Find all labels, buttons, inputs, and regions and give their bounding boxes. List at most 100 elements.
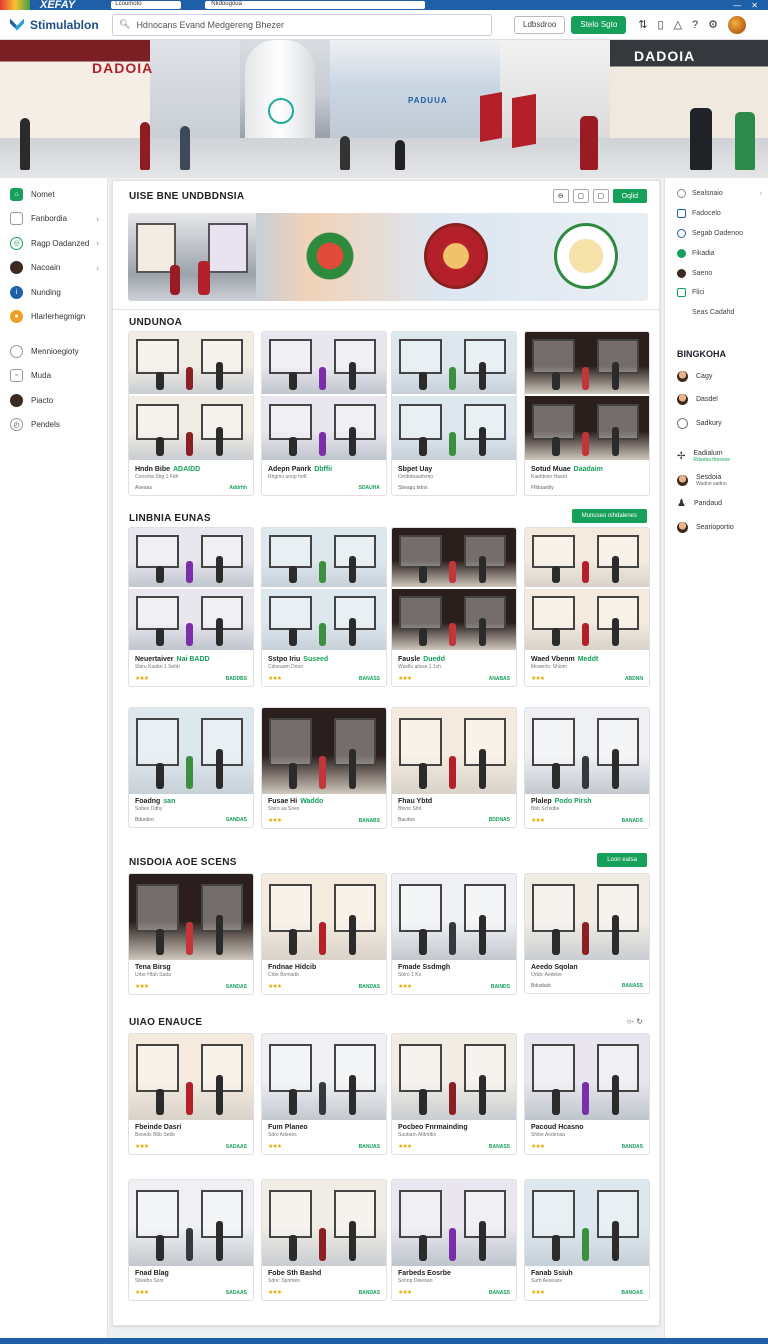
store-card[interactable]: Waed Vbenm Meddt Mowerlo: Shiom ★★★ ABDNN [524, 527, 650, 687]
alert-icon[interactable]: △ [674, 18, 682, 31]
contact-item[interactable]: Searioportio [665, 516, 768, 540]
right-item-2[interactable]: Segab Oadenoo [665, 224, 768, 244]
close-icon[interactable]: ✕ [751, 1, 758, 10]
store-card[interactable]: Fusae Hi Waddo Sbiro aa Snes ★★★ BANABS [261, 707, 387, 829]
store-card[interactable]: Aeedo Sqolan Orbb: Aedebe Bdusbab BANASS [524, 873, 650, 994]
right-item-0[interactable]: Sealsnaio › [665, 184, 768, 204]
apply-button[interactable]: Oqlid [612, 189, 647, 203]
minimize-icon[interactable]: — [733, 1, 741, 10]
section-title: UNDUNOA [129, 317, 183, 328]
sidebar-item-6[interactable]: Mennioegioty [0, 339, 107, 364]
contact-item[interactable]: ✢ Eadialum Rdanba thesnoe [665, 445, 768, 469]
contact-item[interactable]: Cagy [665, 365, 768, 389]
right-item-4[interactable]: Saeno [665, 263, 768, 283]
store-card[interactable]: Fausle Duedd Wuidlu alisse 1 1zh ★★★ ANABAS [391, 527, 517, 687]
store-scene [129, 708, 253, 794]
storefront [269, 596, 312, 631]
right-item-1[interactable]: Fadocelo [665, 204, 768, 224]
store-scene [392, 1180, 516, 1266]
storefront [136, 884, 179, 933]
url-bar[interactable]: Nkdougoua [205, 1, 426, 9]
outline-button[interactable]: Ldbsdroo [514, 15, 566, 34]
app-logo[interactable]: Stimulablon [10, 18, 112, 32]
refresh-icon[interactable]: ○‑ ↻ [627, 1017, 643, 1026]
contact-item[interactable]: Dasdel [665, 388, 768, 412]
store-card[interactable]: Pacoud Hcasno Shibe Aodenaa ★★★ BANDAS [524, 1033, 650, 1155]
card-highlight: Podo Pirsh [554, 798, 592, 805]
store-card[interactable]: Farbeds Eosrbe Sohnp Dieeoan ★★★ BANASS [391, 1179, 517, 1301]
help-icon[interactable]: ? [692, 19, 698, 31]
store-card[interactable]: Tena Birsg Urbe Hfah Sada ★★★ SANDAS [128, 873, 254, 995]
store-card[interactable]: Sstpo Iriu Suseed Cdneaam Dooo ★★★ BANASS [261, 527, 387, 687]
search-input[interactable]: 🔍︎ Hdnocans Evand Medgereng Bhezer [112, 13, 492, 36]
right-item-3[interactable]: Fikadia [665, 243, 768, 263]
person [419, 1089, 427, 1115]
card-title-text: Plalep [531, 798, 552, 805]
rating-stars: ★★★ [531, 1290, 545, 1296]
store-scene [392, 1034, 516, 1120]
store-card[interactable]: Adepn Panrk Dbffii Rhgmo unop hrdf SDAUHA [261, 331, 387, 496]
toggle-icon[interactable]: ⊖ [552, 189, 569, 203]
store-card[interactable]: Sbpet Uay Ovidtdeaadvmo Sbeagu bdns [391, 331, 517, 496]
card-subtitle: Sohnp Dieeoan [398, 1278, 433, 1284]
crest-emblem [554, 223, 618, 289]
store-card[interactable]: Fnad Blag Sbeebs Sonr ★★★ SADAAS [128, 1179, 254, 1301]
feature-banner[interactable] [128, 213, 648, 301]
view-icon[interactable]: ▢ [592, 189, 609, 203]
browser-tab[interactable]: Lcoumoto [111, 1, 182, 9]
filter-icon[interactable]: ⇅ [638, 18, 647, 31]
store-card[interactable]: Hndn Bibe ADAIDD Coosrha Sbg 1 Fdh Aoeaas Ad… [128, 331, 254, 496]
store-card[interactable]: Fndnae Hidcib Crbe Bnmadb ★★★ BANDAS [261, 873, 387, 995]
settings-icon[interactable]: ⚙ [708, 18, 718, 31]
card-meta: ★★★ SANDAS [129, 978, 253, 994]
store-card[interactable]: Sotud Muae Daadaim Kaebboin Haarit Ffldoavb… [524, 331, 650, 496]
right-item-6[interactable]: Seas Cadahd [665, 303, 768, 323]
rating-stars: ★★★ [398, 984, 412, 990]
person [348, 361, 357, 391]
store-card[interactable]: Fmade Ssdmgh Sbiro 1 Ks ★★★ BAINDS [391, 873, 517, 995]
store-card[interactable]: Foadng san Sobeo Ddhy Bdunbro SANDAS [128, 707, 254, 828]
store-scene [129, 396, 253, 460]
rating-stars: ★★★ [531, 818, 545, 824]
store-card[interactable]: Neuertaiver Nai BADD Sbiru Kaabo 1 Sebb ★★★… [128, 527, 254, 687]
card-title: Sotud Muae Daadaim [525, 462, 649, 473]
sidebar-item-7[interactable]: ▫ Muda [0, 364, 107, 389]
store-card[interactable]: Pocbeo Fnrmainding Suobam Afdndbs ★★★ BANAS… [391, 1033, 517, 1155]
store-card[interactable]: Fbeinde Dasri Bsoeds Bbb Sebb ★★★ SADAAS [128, 1033, 254, 1155]
section-action-button[interactable]: Munuseo nihdalenes [571, 509, 647, 523]
contact-item[interactable]: Sesdoia Wadne sadno [665, 469, 768, 493]
sidebar-item-5[interactable]: ● Hlarlerhegmign [0, 305, 107, 330]
store-card[interactable]: Fum Planeo Sdro Adeees ★★★ BANUAS [261, 1033, 387, 1155]
right-item-5[interactable]: Flici [665, 283, 768, 303]
person [552, 763, 560, 789]
contact-item[interactable]: ♟ Pandaud [665, 492, 768, 516]
primary-button[interactable]: Stelo Sgto [571, 15, 627, 34]
card-subtitle: Kaebboin Haarit [531, 474, 567, 480]
card-price: SADAAS [225, 1289, 247, 1296]
sidebar-item-8[interactable]: Piacto [0, 388, 107, 413]
sidebar-item-3[interactable]: Nacoain › [0, 256, 107, 281]
person [611, 361, 620, 391]
store-card[interactable]: Fhau Ybtd Bbvro Shd Bacdoo BDDNAS [391, 707, 517, 828]
store-card[interactable]: Fobe Sth Bashd Sdre: Spnmeo ★★★ BANDAS [261, 1179, 387, 1301]
bookmark-icon[interactable]: ▯ [658, 18, 664, 31]
contact-item[interactable]: Sadkury [665, 412, 768, 436]
section-action-button[interactable]: Loon eatsa [597, 853, 647, 867]
sidebar-item-label: Mennioegioty [31, 346, 79, 356]
chevron-right-icon: › [96, 262, 99, 273]
person [156, 1089, 164, 1115]
view-icon[interactable]: ▢ [572, 189, 589, 203]
store-card[interactable]: Plalep Podo Pirsh Bbb Schidbe ★★★ BANADS [524, 707, 650, 829]
store-scene [525, 1034, 649, 1120]
sidebar-item-2[interactable]: ◎ Ragp Oadanzed › [0, 231, 107, 256]
sidebar-item-1[interactable]: Fanbordia › [0, 207, 107, 232]
avatar[interactable] [728, 15, 747, 34]
person [289, 763, 297, 789]
storefront [532, 403, 575, 440]
hero-floor [0, 138, 768, 178]
sidebar-item-4[interactable]: i Nunding [0, 280, 107, 305]
sidebar-item-0[interactable]: ⌂ Nomet [0, 182, 107, 207]
person [449, 1082, 457, 1115]
sidebar-item-9[interactable]: ◴ Pendels [0, 413, 107, 438]
store-card[interactable]: Fanab Ssiuh Surb Aeseass ★★★ BANOAS [524, 1179, 650, 1301]
